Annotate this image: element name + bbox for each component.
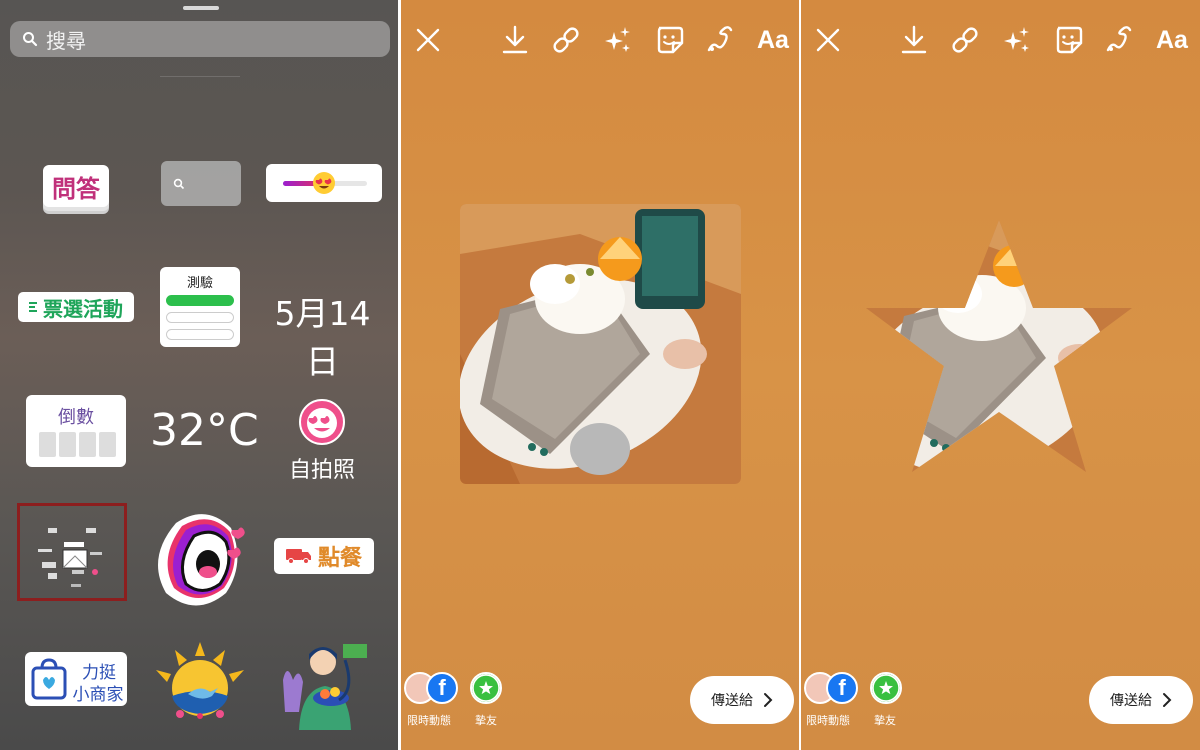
facebook-icon: f [426, 672, 458, 704]
temperature-sticker[interactable]: 32°C [150, 405, 259, 456]
search-sticker[interactable] [161, 161, 241, 206]
send-to-label: 傳送給 [1110, 693, 1152, 709]
small-business-label-line2: 小商家 [72, 685, 124, 705]
your-story-label: 限時動態 [407, 714, 451, 727]
your-story-button[interactable]: f [404, 672, 458, 704]
close-friends-label: 摯友 [475, 714, 497, 727]
countdown-digit-box [39, 432, 56, 457]
shopping-bag-heart-icon [31, 658, 67, 700]
countdown-digit-box [99, 432, 116, 457]
draw-squiggle-icon[interactable] [1105, 24, 1135, 56]
send-to-label: 傳送給 [711, 693, 753, 709]
send-to-button[interactable]: 傳送給 [690, 676, 794, 724]
search-placeholder: 搜尋 [46, 28, 86, 53]
heart-eyes-face-icon [299, 399, 345, 445]
close-friends-label: 摯友 [874, 714, 896, 727]
questions-sticker[interactable]: 問答 [43, 165, 109, 207]
chevron-right-icon [1163, 693, 1172, 707]
text-tool-button[interactable]: Aa [1156, 24, 1188, 56]
divider [160, 76, 240, 77]
drag-handle[interactable] [183, 6, 219, 10]
sticker-tray-panel: 搜尋 問答 票選活動 測驗 5月14日 倒數 32°C 自拍照 點餐 力挺 小商… [0, 0, 398, 750]
chevron-right-icon [764, 693, 773, 707]
sticker-search-field[interactable]: 搜尋 [10, 21, 390, 57]
support-small-business-sticker[interactable]: 力挺 小商家 [25, 652, 127, 706]
food-order-sticker[interactable]: 點餐 [274, 538, 374, 574]
quiz-option-correct [166, 295, 234, 306]
selfie-sticker-label: 自拍照 [288, 458, 355, 483]
effects-sparkle-icon[interactable] [1002, 24, 1032, 56]
link-icon[interactable] [551, 24, 581, 56]
search-icon [173, 178, 185, 190]
multi-sticker-collage-icon[interactable] [34, 518, 109, 590]
quiz-sticker[interactable]: 測驗 [160, 267, 240, 347]
emoji-slider-sticker[interactable] [266, 164, 382, 202]
countdown-sticker[interactable]: 倒數 [26, 395, 126, 467]
download-icon[interactable] [901, 24, 927, 56]
your-story-button[interactable]: f [804, 672, 858, 704]
draw-squiggle-icon[interactable] [706, 24, 736, 56]
send-to-button[interactable]: 傳送給 [1089, 676, 1193, 724]
shouting-mouth-sticker[interactable] [146, 508, 256, 608]
your-story-label: 限時動態 [806, 714, 850, 727]
food-order-sticker-label: 點餐 [317, 546, 362, 571]
effects-sparkle-icon[interactable] [603, 24, 633, 56]
close-icon[interactable] [815, 24, 841, 56]
close-friends-star-icon[interactable] [470, 672, 502, 704]
close-icon[interactable] [415, 24, 441, 56]
countdown-digit-box [59, 432, 76, 457]
sticker-icon[interactable] [654, 24, 684, 56]
delivery-truck-icon [285, 549, 311, 564]
countdown-sticker-label: 倒數 [58, 407, 94, 428]
link-icon[interactable] [950, 24, 980, 56]
cake-photo[interactable] [460, 204, 741, 484]
close-friends-star-icon[interactable] [870, 672, 902, 704]
countdown-digit-box [79, 432, 96, 457]
poll-sticker[interactable]: 票選活動 [18, 292, 134, 322]
heart-eyes-emoji-icon [313, 172, 335, 194]
quiz-option [166, 312, 234, 323]
sticker-icon[interactable] [1053, 24, 1083, 56]
quiz-option [166, 329, 234, 340]
selfie-sticker[interactable]: 自拍照 [282, 398, 362, 484]
sun-bird-sticker[interactable] [150, 640, 250, 720]
quiz-sticker-label: 測驗 [186, 276, 213, 291]
woman-with-plants-sticker[interactable] [275, 640, 375, 735]
download-icon[interactable] [502, 24, 528, 56]
star-shaped-cake-photo[interactable] [864, 218, 1134, 476]
text-tool-button[interactable]: Aa [757, 24, 789, 56]
poll-lines-icon [29, 302, 37, 312]
poll-sticker-label: 票選活動 [43, 296, 123, 321]
date-sticker[interactable]: 5月14日 [265, 287, 380, 383]
questions-sticker-label: 問答 [52, 174, 100, 203]
story-editor-panel-square: Aa f 限時動態 摯友 傳送給 [401, 0, 799, 750]
search-icon [23, 32, 38, 47]
facebook-icon: f [826, 672, 858, 704]
story-editor-panel-star: Aa f 限時動態 摯友 傳送給 [801, 0, 1200, 750]
